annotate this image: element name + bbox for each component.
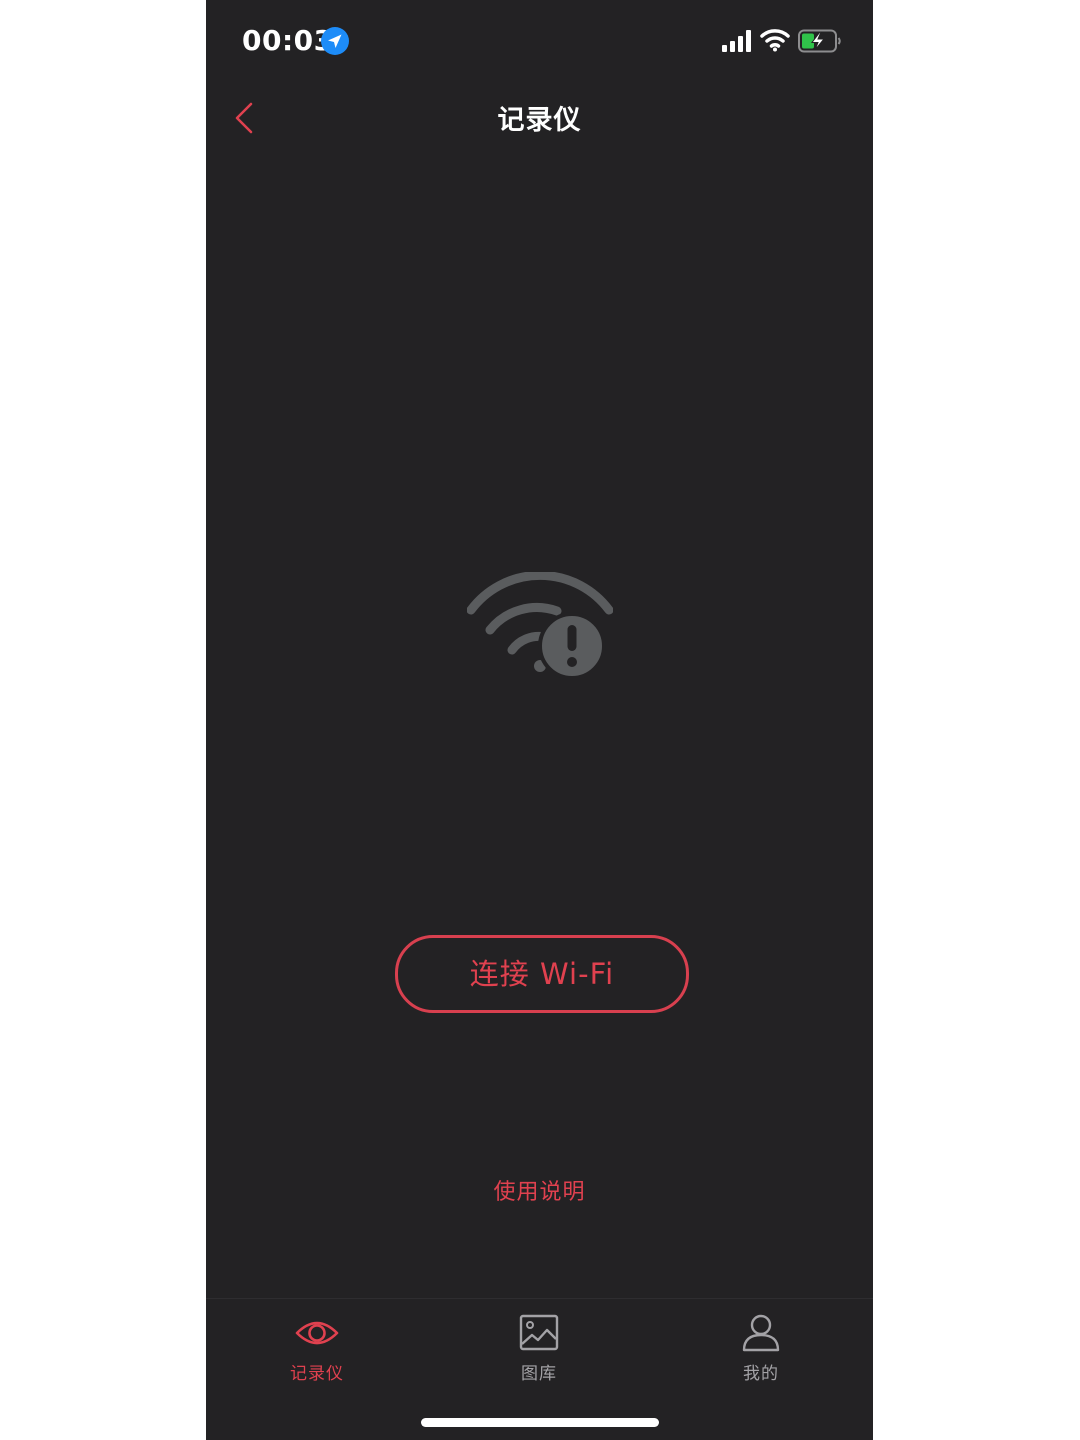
location-arrow-icon [321, 27, 349, 55]
cellular-signal-icon [722, 30, 751, 52]
tab-mine[interactable]: 我的 [686, 1299, 836, 1399]
battery-charging-icon [798, 29, 841, 53]
person-icon [742, 1314, 780, 1352]
wifi-disconnected-warning-icon [467, 572, 613, 678]
usage-instructions-link[interactable]: 使用说明 [206, 1174, 873, 1206]
app-screen: 00:03 记录仪 连接 Wi-Fi 使用说明 记录仪 图库 我的 [206, 0, 873, 1440]
tab-recorder-label: 记录仪 [290, 1364, 344, 1384]
eye-icon [295, 1321, 339, 1345]
home-indicator[interactable] [421, 1418, 659, 1427]
status-time: 00:03 [242, 24, 334, 57]
tab-recorder[interactable]: 记录仪 [242, 1299, 392, 1399]
tab-gallery-label: 图库 [521, 1364, 557, 1384]
page-title: 记录仪 [497, 105, 582, 136]
wifi-icon [760, 29, 790, 52]
tab-gallery[interactable]: 图库 [464, 1299, 614, 1399]
status-bar: 00:03 [206, 0, 873, 84]
image-icon [519, 1314, 559, 1351]
navigation-bar: 记录仪 [206, 84, 873, 152]
tab-mine-label: 我的 [743, 1364, 779, 1384]
connect-wifi-button[interactable]: 连接 Wi-Fi [395, 935, 689, 1013]
